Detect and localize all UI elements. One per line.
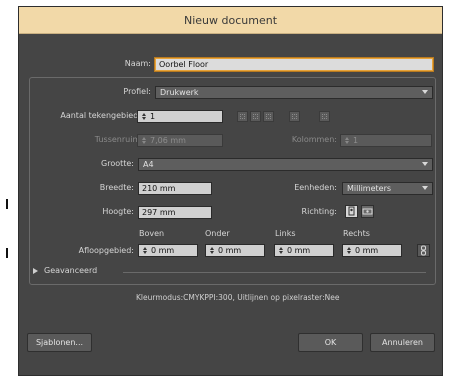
artboards-value: 1 [150, 112, 156, 121]
document-info: Kleurmodus:CMYKPPI:300, Uitlijnen op pix… [136, 293, 340, 302]
new-document-dialog: Nieuw document Naam: Oorbel Floor Profie… [18, 6, 443, 376]
arrange-by-column-icon[interactable] [289, 111, 300, 122]
bleed-left-value: 0 mm [287, 246, 311, 255]
bleed-right-value: 0 mm [355, 246, 379, 255]
chevron-down-icon [422, 186, 428, 190]
bleed-right-label: Rechts [343, 229, 370, 238]
edge-mark [6, 248, 8, 258]
advanced-divider [123, 272, 426, 273]
edge-mark [6, 199, 8, 209]
size-label: Grootte: [101, 159, 134, 168]
advanced-toggle[interactable]: Geavanceerd [33, 266, 97, 275]
chevron-down-icon [422, 90, 428, 94]
units-value: Millimeters [347, 184, 392, 193]
columns-value: 1 [353, 136, 359, 145]
height-label: Hoogte: [102, 207, 134, 216]
columns-field[interactable]: 1 [340, 134, 432, 147]
stepper-icon[interactable] [343, 135, 350, 146]
bleed-top-field[interactable]: 0 mm [138, 244, 198, 257]
spacing-field[interactable]: 7,06 mm [137, 134, 223, 147]
cancel-button[interactable]: Annuleren [370, 333, 435, 352]
templates-button[interactable]: Sjablonen... [27, 333, 92, 352]
height-field[interactable]: 297 mm [138, 206, 212, 219]
chevron-right-icon [33, 267, 38, 274]
width-label: Breedte: [99, 183, 134, 192]
bleed-left-label: Links [275, 229, 296, 238]
advanced-label: Geavanceerd [44, 266, 98, 275]
bleed-right-field[interactable]: 0 mm [342, 244, 402, 257]
grid-by-column-icon[interactable] [250, 111, 261, 122]
size-select[interactable]: A4 [138, 158, 433, 171]
artboards-field[interactable]: 1 [137, 110, 223, 123]
stepper-icon[interactable] [141, 245, 148, 256]
link-icon[interactable] [417, 244, 430, 257]
chevron-down-icon [422, 162, 428, 166]
size-value: A4 [143, 160, 154, 169]
bleed-left-field[interactable]: 0 mm [274, 244, 334, 257]
profile-value: Drukwerk [160, 88, 199, 97]
arrange-by-row-icon[interactable] [263, 111, 274, 122]
bleed-bottom-value: 0 mm [218, 246, 242, 255]
bleed-bottom-field[interactable]: 0 mm [205, 244, 265, 257]
spacing-value: 7,06 mm [150, 136, 186, 145]
width-field[interactable]: 210 mm [138, 182, 212, 195]
units-label: Eenheden: [294, 183, 337, 192]
profile-select[interactable]: Drukwerk [155, 86, 433, 99]
stepper-icon[interactable] [140, 111, 147, 122]
orientation-label: Richting: [301, 207, 337, 216]
bleed-top-value: 0 mm [151, 246, 175, 255]
bleed-top-label: Boven [139, 229, 165, 238]
name-field[interactable]: Oorbel Floor [155, 58, 433, 71]
stepper-icon[interactable] [345, 245, 352, 256]
bleed-label: Afloopgebied: [78, 246, 134, 255]
change-to-rtl-icon[interactable] [319, 111, 330, 122]
name-label: Naam: [124, 59, 151, 68]
dialog-title: Nieuw document [19, 7, 442, 34]
stepper-icon[interactable] [140, 135, 147, 146]
stepper-icon[interactable] [277, 245, 284, 256]
grid-by-row-icon[interactable] [237, 111, 248, 122]
ok-button[interactable]: OK [298, 333, 363, 352]
portrait-orientation-icon[interactable] [345, 205, 358, 218]
bleed-bottom-label: Onder [205, 229, 230, 238]
stepper-icon[interactable] [208, 245, 215, 256]
columns-label: Kolommen: [291, 135, 337, 144]
profile-label: Profiel: [123, 87, 151, 96]
landscape-orientation-icon[interactable] [361, 205, 374, 218]
units-select[interactable]: Millimeters [342, 182, 433, 195]
